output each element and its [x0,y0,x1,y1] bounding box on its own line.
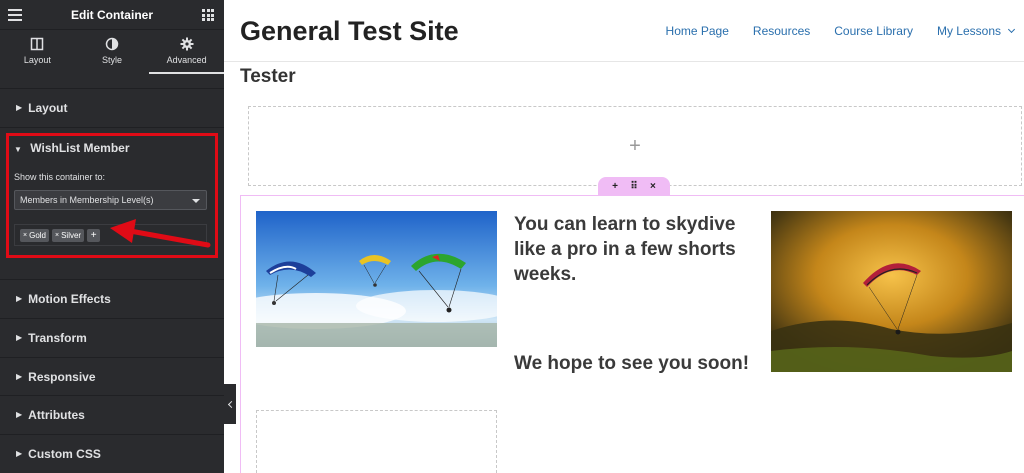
remove-tag-icon[interactable]: × [55,232,59,239]
tab-label: Advanced [166,55,207,65]
tag-label: Gold [29,230,46,240]
paraglider-image [771,211,1012,372]
chevron-left-icon [227,400,235,408]
caret-right-icon: ▶ [16,333,23,342]
nav-item-my-lessons[interactable]: My Lessons [936,24,1016,38]
section-label: Responsive [28,369,96,384]
tag-label: Silver [61,230,82,240]
section-label: Layout [28,100,68,115]
empty-column[interactable] [256,410,497,473]
tab-layout[interactable]: Layout [0,30,75,74]
app: Edit Container Layout Style Advanced ▶ L… [0,0,1024,473]
panel-tabs: Layout Style Advanced [0,30,225,74]
section-layout[interactable]: ▶ Layout [0,88,224,126]
caret-right-icon: ▶ [16,410,23,419]
main-nav: Home Page Resources Course Library My Le… [666,24,1016,38]
nav-item-course-library[interactable]: Course Library [834,24,913,38]
hamburger-menu-icon[interactable] [8,9,22,21]
caret-down-icon: ▼ [14,145,22,154]
chevron-down-icon [1007,25,1016,34]
empty-container[interactable]: + [248,106,1022,186]
add-container-icon[interactable]: + [612,181,618,192]
layout-icon [31,37,44,51]
style-icon [105,37,119,51]
section-attributes[interactable]: ▶ Attributes [0,395,224,433]
gear-icon [180,37,194,51]
wishlist-section-toggle[interactable]: ▼ WishList Member [14,141,130,155]
show-container-label: Show this container to: [14,172,106,182]
panel-title: Edit Container [70,7,153,22]
page-heading: Tester [240,66,296,87]
add-element-icon[interactable]: + [629,135,641,158]
tab-label: Layout [23,55,51,65]
caret-right-icon: ▶ [16,294,23,303]
annotation-arrow-icon [110,219,211,248]
wishlist-member-section: ▼ WishList Member Show this container to… [0,127,224,279]
tab-style[interactable]: Style [75,30,150,74]
section-label: WishList Member [30,141,130,155]
section-label: Attributes [28,407,85,422]
widgets-grid-icon[interactable] [202,9,214,21]
site-title[interactable]: General Test Site [240,16,459,47]
section-custom-css[interactable]: ▶ Custom CSS [0,434,224,472]
remove-tag-icon[interactable]: × [23,232,27,239]
container-toolbar: + ⠿ × [598,177,670,195]
section-label: Custom CSS [28,446,101,461]
site-header: General Test Site Home Page Resources Co… [224,0,1024,62]
add-tag-button[interactable]: + [87,228,101,242]
close-icon[interactable]: × [650,181,656,192]
collapse-panel-handle[interactable] [224,384,236,424]
nav-item-home[interactable]: Home Page [666,24,729,38]
section-transform[interactable]: ▶ Transform [0,318,224,356]
tag-silver[interactable]: × Silver [52,228,85,242]
headline-text: You can learn to skydive like a pro in a… [514,214,736,285]
drag-handle-icon[interactable]: ⠿ [630,181,637,192]
chevron-down-icon [192,199,200,203]
section-responsive[interactable]: ▶ Responsive [0,357,224,395]
panel-header: Edit Container [0,0,224,30]
visibility-select[interactable]: Members in Membership Level(s) [14,190,207,210]
select-value: Members in Membership Level(s) [20,195,154,205]
tab-advanced[interactable]: Advanced [149,30,225,74]
nav-item-label: My Lessons [936,24,1001,38]
caret-right-icon: ▶ [16,103,23,112]
section-label: Transform [28,330,87,345]
caret-right-icon: ▶ [16,449,23,458]
tab-label: Style [102,55,123,65]
subline-text: We hope to see you soon! [514,353,750,374]
tag-gold[interactable]: × Gold [20,228,49,242]
section-motion-effects[interactable]: ▶ Motion Effects [0,279,224,317]
section-label: Motion Effects [28,291,111,306]
skydivers-image [256,211,497,347]
caret-right-icon: ▶ [16,372,23,381]
nav-item-resources[interactable]: Resources [753,24,810,38]
